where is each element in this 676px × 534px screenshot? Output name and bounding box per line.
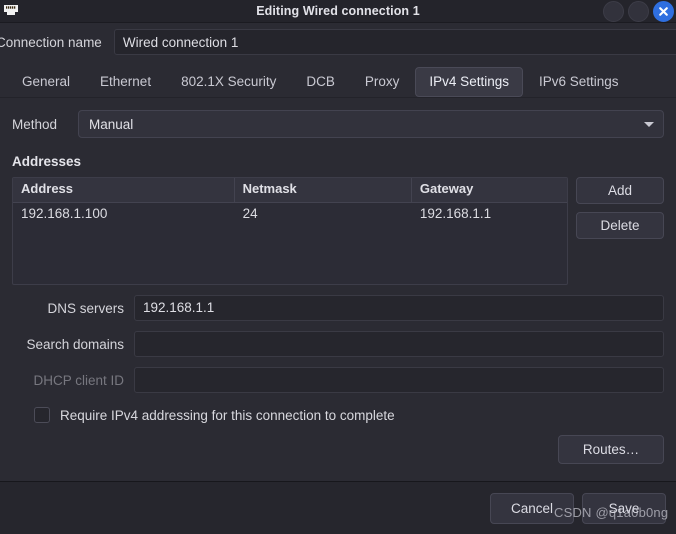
addresses-buttons: Add Delete (576, 177, 664, 239)
search-domains-label: Search domains (26, 336, 124, 352)
addresses-table-header: Address Netmask Gateway (13, 178, 567, 203)
connection-name-row: Connection name Wired connection 1 (0, 23, 676, 61)
dhcp-client-id-input[interactable] (134, 367, 664, 393)
tab-dcb[interactable]: DCB (292, 67, 349, 97)
table-row[interactable]: 192.168.1.100 24 192.168.1.1 (13, 203, 567, 227)
dhcp-client-id-label: DHCP client ID (33, 372, 124, 388)
connection-name-input[interactable]: Wired connection 1 (113, 29, 676, 55)
addresses-section-title: Addresses (12, 154, 82, 169)
save-button[interactable]: Save (582, 492, 666, 524)
ethernet-port-icon (2, 4, 20, 18)
edit-connection-dialog: Editing Wired connection 1 Connection na… (0, 0, 676, 534)
tab-ipv4-settings[interactable]: IPv4 Settings (415, 67, 523, 97)
dhcp-client-id-row: DHCP client ID (12, 367, 664, 393)
method-selected-value: Manual (89, 116, 134, 132)
close-icon (659, 7, 668, 16)
close-button[interactable] (653, 1, 674, 22)
ipv4-settings-panel: Method Manual Addresses Address Netmask … (0, 98, 676, 464)
tab-proxy[interactable]: Proxy (351, 67, 414, 97)
method-row: Method Manual (12, 110, 664, 138)
routes-row: Routes… (12, 435, 664, 464)
dns-servers-row: DNS servers 192.168.1.1 (12, 295, 664, 321)
tab-8021x-security[interactable]: 802.1X Security (167, 67, 290, 97)
dns-servers-label: DNS servers (47, 300, 124, 316)
addresses-table[interactable]: Address Netmask Gateway 192.168.1.100 24… (12, 177, 568, 285)
method-select[interactable]: Manual (78, 110, 664, 138)
method-label: Method (12, 116, 58, 132)
cancel-button[interactable]: Cancel (490, 492, 574, 524)
maximize-button[interactable] (628, 1, 649, 22)
search-domains-input[interactable] (134, 331, 664, 357)
tab-general[interactable]: General (8, 67, 84, 97)
chevron-down-icon (644, 122, 654, 127)
tab-ethernet[interactable]: Ethernet (86, 67, 165, 97)
require-ipv4-row[interactable]: Require IPv4 addressing for this connect… (34, 407, 664, 423)
window-controls (603, 1, 674, 22)
delete-address-button[interactable]: Delete (576, 212, 664, 239)
column-header-address: Address (13, 178, 235, 202)
cell-gateway: 192.168.1.1 (419, 206, 492, 221)
require-ipv4-label: Require IPv4 addressing for this connect… (60, 407, 395, 423)
tab-ipv6-settings[interactable]: IPv6 Settings (525, 67, 633, 97)
dns-servers-input[interactable]: 192.168.1.1 (134, 295, 664, 321)
settings-tabs: General Ethernet 802.1X Security DCB Pro… (0, 61, 676, 98)
title-bar: Editing Wired connection 1 (0, 0, 676, 23)
column-header-gateway: Gateway (419, 181, 474, 196)
require-ipv4-checkbox[interactable] (34, 407, 50, 423)
dialog-footer: Cancel Save (0, 481, 676, 534)
cell-address: 192.168.1.100 (21, 206, 108, 221)
routes-button[interactable]: Routes… (558, 435, 664, 464)
minimize-button[interactable] (603, 1, 624, 22)
column-header-netmask: Netmask (235, 178, 412, 202)
window-title: Editing Wired connection 1 (256, 4, 420, 18)
search-domains-row: Search domains (12, 331, 664, 357)
connection-name-label: Connection name (0, 34, 102, 50)
addresses-area: Address Netmask Gateway 192.168.1.100 24… (12, 177, 664, 285)
cell-netmask: 24 (242, 206, 258, 221)
add-address-button[interactable]: Add (576, 177, 664, 204)
